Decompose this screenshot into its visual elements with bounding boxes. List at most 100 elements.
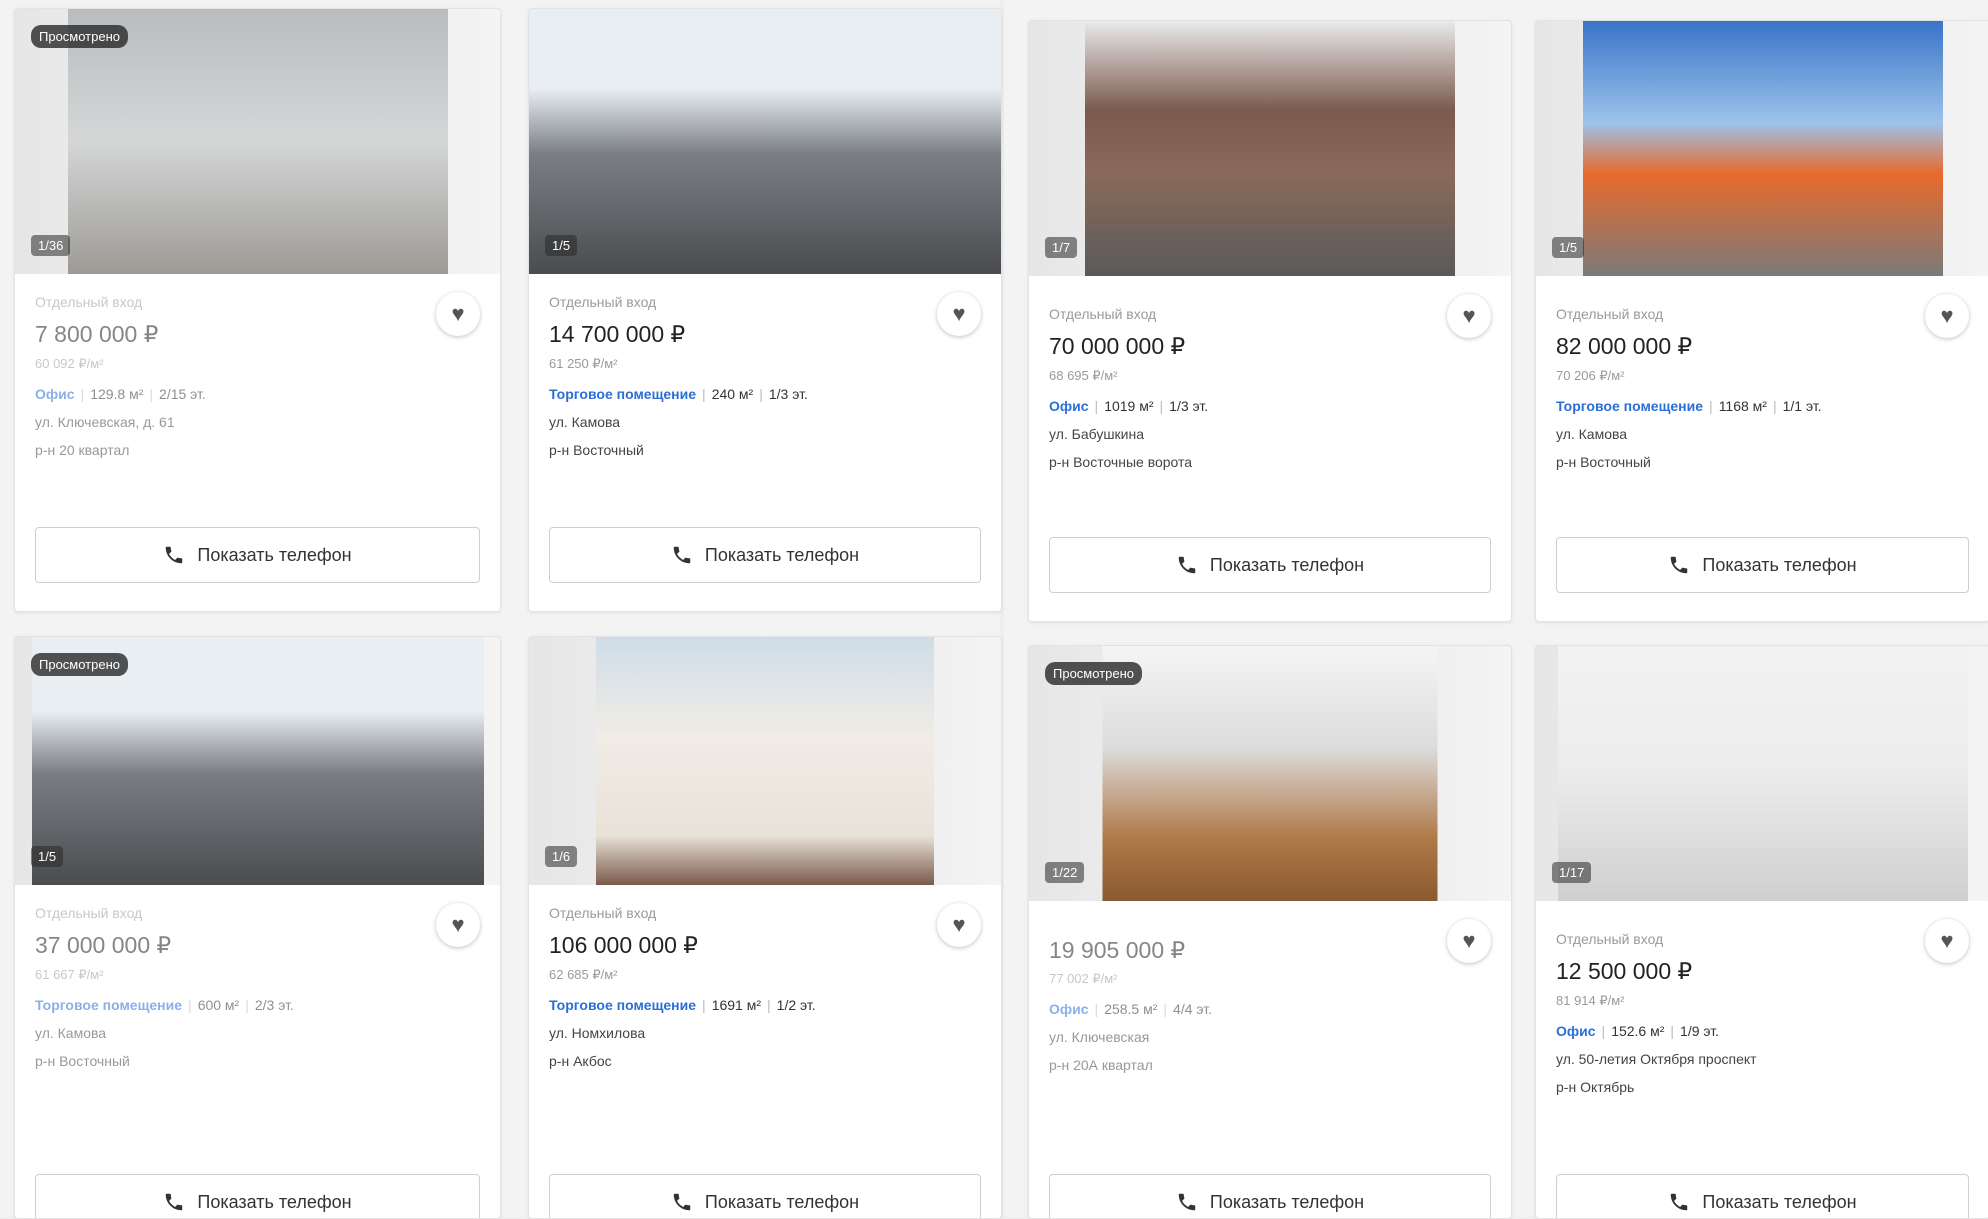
district: р-н Акбос bbox=[549, 1053, 612, 1069]
phone-icon bbox=[1178, 1193, 1196, 1211]
listing-card[interactable]: Просмотрено 1/36 ♥ Отдельный вход 7 800 … bbox=[14, 8, 501, 612]
show-phone-label: Показать телефон bbox=[1702, 1191, 1857, 1212]
phone-icon bbox=[166, 1193, 183, 1211]
listing-params: Офис | 152.6 м² | 1/9 эт. bbox=[1556, 1023, 1719, 1039]
show-phone-button[interactable]: Показать телефон bbox=[1556, 1174, 1969, 1218]
show-phone-button[interactable]: Показать телефон bbox=[35, 1174, 480, 1218]
show-phone-label: Показать телефон bbox=[704, 544, 860, 565]
photo-counter: 1/6 bbox=[545, 846, 578, 867]
floor: 1/1 эт. bbox=[1782, 398, 1822, 414]
favorite-heart-icon[interactable]: ♥ bbox=[937, 292, 981, 336]
separate-entrance-tag: Отдельный вход bbox=[35, 905, 143, 921]
viewed-badge: Просмотрено bbox=[31, 25, 129, 48]
favorite-heart-icon[interactable]: ♥ bbox=[436, 292, 480, 336]
listing-params: Торговое помещение | 240 м² | 1/3 эт. bbox=[549, 386, 808, 402]
separate-entrance-tag: Отдельный вход bbox=[1049, 306, 1157, 322]
photo-counter: 1/5 bbox=[545, 235, 578, 256]
street-address: ул. Ключевская bbox=[1049, 1029, 1150, 1045]
listing-params: Торговое помещение | 600 м² | 2/3 эт. bbox=[35, 997, 294, 1013]
show-phone-button[interactable]: Показать телефон bbox=[1049, 537, 1491, 593]
property-type-link[interactable]: Торговое помещение bbox=[549, 997, 696, 1013]
show-phone-label: Показать телефон bbox=[704, 1191, 860, 1212]
show-phone-label: Показать телефон bbox=[1209, 1191, 1365, 1212]
listing-price: 12 500 000 ₽ bbox=[1556, 958, 1693, 984]
phone-icon bbox=[166, 546, 183, 564]
listing-photo[interactable]: Просмотрено 1/36 bbox=[15, 9, 500, 274]
favorite-heart-icon[interactable]: ♥ bbox=[1925, 294, 1969, 338]
district: р-н Восточные ворота bbox=[1049, 454, 1193, 470]
street-address: ул. Камова bbox=[1556, 426, 1628, 442]
listing-price: 14 700 000 ₽ bbox=[549, 321, 686, 347]
listing-card[interactable]: 1/7 ♥ Отдельный вход 70 000 000 ₽ 68 695… bbox=[1028, 20, 1512, 622]
listing-photo[interactable]: 1/7 bbox=[1029, 21, 1511, 276]
listing-card[interactable]: 1/5 ♥ Отдельный вход 82 000 000 ₽ 70 206… bbox=[1535, 20, 1988, 622]
show-phone-button[interactable]: Показать телефон bbox=[1049, 1174, 1491, 1218]
favorite-heart-icon[interactable]: ♥ bbox=[1447, 294, 1491, 338]
area: 152.6 м² bbox=[1611, 1023, 1665, 1039]
price-per-sqm: 61 667 ₽/м² bbox=[35, 967, 104, 982]
listing-photo[interactable]: 1/6 bbox=[529, 637, 1001, 885]
district: р-н Восточный bbox=[35, 1053, 130, 1069]
listing-card[interactable]: Просмотрено 1/5 ♥ Отдельный вход 37 000 … bbox=[14, 636, 501, 1219]
price-per-sqm: 61 250 ₽/м² bbox=[549, 356, 618, 371]
area: 1019 м² bbox=[1104, 398, 1154, 414]
phone-icon bbox=[1671, 1193, 1688, 1211]
show-phone-button[interactable]: Показать телефон bbox=[1556, 537, 1969, 593]
listing-card[interactable]: Просмотрено 1/22 ♥ 19 905 000 ₽ 77 002 ₽… bbox=[1028, 645, 1512, 1219]
property-type-link[interactable]: Офис bbox=[1049, 1001, 1089, 1017]
show-phone-button[interactable]: Показать телефон bbox=[35, 527, 480, 583]
floor: 1/3 эт. bbox=[768, 386, 808, 402]
listing-photo[interactable]: Просмотрено 1/22 bbox=[1029, 646, 1511, 901]
property-type-link[interactable]: Торговое помещение bbox=[1556, 398, 1703, 414]
favorite-heart-icon[interactable]: ♥ bbox=[1925, 919, 1969, 963]
separate-entrance-tag: Отдельный вход bbox=[549, 905, 657, 921]
price-per-sqm: 62 685 ₽/м² bbox=[549, 967, 618, 982]
floor: 2/3 эт. bbox=[254, 997, 294, 1013]
photo-counter: 1/17 bbox=[1552, 862, 1592, 883]
property-type-link[interactable]: Офис bbox=[1556, 1023, 1596, 1039]
listing-params: Офис | 258.5 м² | 4/4 эт. bbox=[1049, 1001, 1212, 1017]
listing-params: Офис | 129.8 м² | 2/15 эт. bbox=[35, 386, 206, 402]
property-type-link[interactable]: Торговое помещение bbox=[35, 997, 182, 1013]
show-phone-button[interactable]: Показать телефон bbox=[549, 527, 981, 583]
listing-price: 37 000 000 ₽ bbox=[35, 932, 172, 958]
show-phone-button[interactable]: Показать телефон bbox=[549, 1174, 981, 1218]
show-phone-label: Показать телефон bbox=[1702, 554, 1857, 575]
photo-counter: 1/36 bbox=[31, 235, 71, 256]
listing-photo[interactable]: Просмотрено 1/5 bbox=[15, 637, 500, 885]
listing-card[interactable]: 1/6 ♥ Отдельный вход 106 000 000 ₽ 62 68… bbox=[528, 636, 1002, 1219]
photo-counter: 1/5 bbox=[1552, 237, 1585, 258]
floor: 2/15 эт. bbox=[159, 386, 206, 402]
property-type-link[interactable]: Офис bbox=[1049, 398, 1089, 414]
area: 1691 м² bbox=[711, 997, 762, 1013]
district: р-н Восточный bbox=[1556, 454, 1651, 470]
area: 240 м² bbox=[711, 386, 754, 402]
street-address: ул. Бабушкина bbox=[1049, 426, 1145, 442]
viewed-badge: Просмотрено bbox=[1045, 662, 1143, 685]
listing-price: 106 000 000 ₽ bbox=[549, 932, 698, 958]
area: 600 м² bbox=[197, 997, 240, 1013]
price-per-sqm: 77 002 ₽/м² bbox=[1049, 971, 1118, 986]
floor: 1/2 эт. bbox=[776, 997, 816, 1013]
photo-counter: 1/22 bbox=[1045, 862, 1085, 883]
listing-price: 19 905 000 ₽ bbox=[1049, 937, 1186, 963]
listing-card[interactable]: 1/5 ♥ Отдельный вход 14 700 000 ₽ 61 250… bbox=[528, 8, 1002, 612]
street-address: ул. Номхилова bbox=[549, 1025, 646, 1041]
district: р-н Октябрь bbox=[1556, 1079, 1635, 1095]
listing-card[interactable]: 1/17 ♥ Отдельный вход 12 500 000 ₽ 81 91… bbox=[1535, 645, 1988, 1219]
floor: 1/3 эт. bbox=[1169, 398, 1209, 414]
listing-price: 7 800 000 ₽ bbox=[35, 321, 159, 347]
listing-photo[interactable]: 1/5 bbox=[529, 9, 1001, 274]
property-type-link[interactable]: Торговое помещение bbox=[549, 386, 696, 402]
show-phone-label: Показать телефон bbox=[197, 544, 352, 565]
favorite-heart-icon[interactable]: ♥ bbox=[436, 903, 480, 947]
listing-price: 82 000 000 ₽ bbox=[1556, 333, 1693, 359]
listing-price: 70 000 000 ₽ bbox=[1049, 333, 1186, 359]
property-type-link[interactable]: Офис bbox=[35, 386, 75, 402]
favorite-heart-icon[interactable]: ♥ bbox=[937, 903, 981, 947]
district: р-н 20 квартал bbox=[35, 442, 130, 458]
listing-photo[interactable]: 1/5 bbox=[1536, 21, 1988, 276]
district: р-н Восточный bbox=[549, 442, 644, 458]
listing-photo[interactable]: 1/17 bbox=[1536, 646, 1988, 901]
favorite-heart-icon[interactable]: ♥ bbox=[1447, 919, 1491, 963]
